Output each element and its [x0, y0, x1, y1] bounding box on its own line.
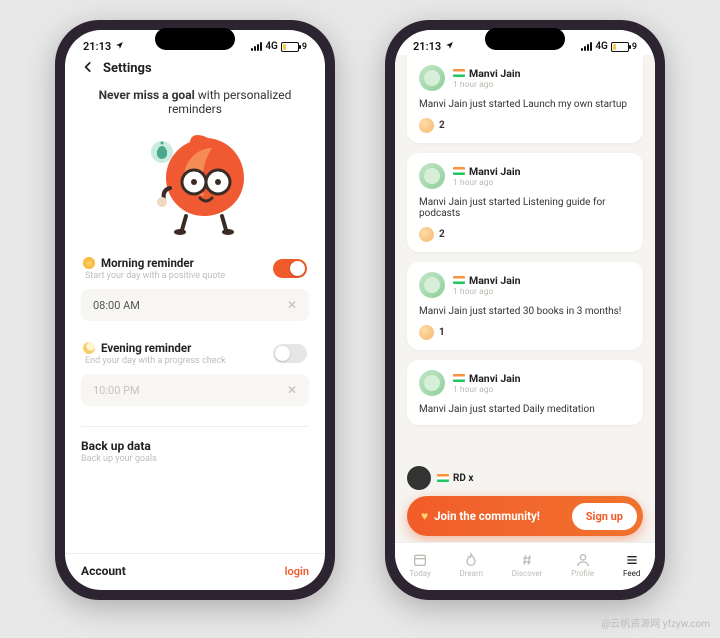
- network-label: 4G: [595, 41, 608, 52]
- avatar: [407, 466, 431, 490]
- morning-time-input[interactable]: 08:00 AM ✕: [81, 289, 309, 321]
- morning-toggle[interactable]: [273, 259, 307, 278]
- feed-icon: [623, 552, 641, 568]
- heart-icon: ♥: [421, 509, 428, 523]
- flag-icon: [453, 167, 465, 175]
- phone-feed: 21:13 4G 9 Manvi Jain 1 hour ag: [385, 20, 665, 600]
- backup-title: Back up data: [81, 439, 309, 453]
- account-label: Account: [81, 564, 126, 578]
- signup-button[interactable]: Sign up: [572, 503, 637, 530]
- battery-pct: 9: [302, 42, 307, 52]
- user-icon: [574, 552, 592, 568]
- feed-user: Manvi Jain: [469, 165, 521, 178]
- feed-item[interactable]: Manvi Jain 1 hour ago Manvi Jain just st…: [407, 153, 643, 252]
- battery-icon: [281, 42, 299, 52]
- clap-button[interactable]: 2: [419, 118, 631, 133]
- notch: [485, 28, 565, 50]
- notch: [155, 28, 235, 50]
- signal-icon: [581, 42, 592, 51]
- feed-user: Manvi Jain: [469, 274, 521, 287]
- location-icon: [445, 40, 454, 53]
- hero-text: Never miss a goal with personalized remi…: [81, 88, 309, 116]
- clap-icon: [419, 227, 434, 242]
- sun-icon: [83, 257, 95, 269]
- login-link[interactable]: login: [285, 565, 309, 578]
- feed-item[interactable]: Manvi Jain 1 hour ago Manvi Jain just st…: [407, 55, 643, 143]
- backup-sub: Back up your goals: [81, 454, 309, 464]
- avatar[interactable]: [419, 272, 445, 298]
- phone-settings: 21:13 4G 9 Settings: [55, 20, 335, 600]
- clap-button[interactable]: 2: [419, 227, 631, 242]
- morning-sub: Start your day with a positive quote: [83, 271, 225, 281]
- feed-user: Manvi Jain: [469, 67, 521, 80]
- feed-item[interactable]: Manvi Jain 1 hour ago Manvi Jain just st…: [407, 360, 643, 425]
- clap-button[interactable]: 1: [419, 325, 631, 340]
- tab-profile[interactable]: Profile: [571, 552, 594, 578]
- flame-icon: [462, 552, 480, 568]
- flag-icon: [453, 276, 465, 284]
- watermark: @云帆资源网 yfzyw.com: [601, 615, 710, 630]
- tab-feed[interactable]: Feed: [623, 552, 641, 578]
- tab-bar: Today Dream Discover Profile Feed: [395, 542, 655, 590]
- clear-icon[interactable]: ✕: [287, 298, 297, 312]
- network-label: 4G: [265, 41, 278, 52]
- feed-body: Manvi Jain just started Listening guide …: [419, 197, 631, 219]
- flag-icon: [453, 374, 465, 382]
- evening-label: Evening reminder: [101, 341, 191, 355]
- feed-body: Manvi Jain just started 30 books in 3 mo…: [419, 306, 631, 317]
- feed-body: Manvi Jain just started Daily meditation: [419, 404, 631, 415]
- evening-sub: End your day with a progress check: [83, 356, 226, 366]
- feed-user: Manvi Jain: [469, 372, 521, 385]
- feed-time: 1 hour ago: [453, 178, 521, 188]
- hash-icon: [518, 552, 536, 568]
- avatar[interactable]: [419, 163, 445, 189]
- page-title: Settings: [103, 61, 152, 76]
- flag-icon: [453, 69, 465, 77]
- feed-body: Manvi Jain just started Launch my own st…: [419, 99, 631, 110]
- feed-time: 1 hour ago: [453, 287, 521, 297]
- status-time: 21:13: [83, 40, 111, 53]
- join-community-banner: ♥ Join the community! Sign up: [407, 496, 643, 536]
- mascot-illustration: [81, 126, 309, 236]
- battery-pct: 9: [632, 42, 637, 52]
- tab-discover[interactable]: Discover: [512, 552, 543, 578]
- location-icon: [115, 40, 124, 53]
- back-button[interactable]: [81, 59, 95, 78]
- feed-item-peek[interactable]: RD x: [407, 466, 473, 490]
- tab-dream[interactable]: Dream: [460, 552, 484, 578]
- signal-icon: [251, 42, 262, 51]
- status-time: 21:13: [413, 40, 441, 53]
- clap-icon: [419, 118, 434, 133]
- feed-time: 1 hour ago: [453, 80, 521, 90]
- evening-toggle[interactable]: [273, 344, 307, 363]
- feed-item[interactable]: Manvi Jain 1 hour ago Manvi Jain just st…: [407, 262, 643, 350]
- avatar[interactable]: [419, 65, 445, 91]
- avatar[interactable]: [419, 370, 445, 396]
- moon-icon: [83, 342, 95, 354]
- tab-today[interactable]: Today: [409, 552, 431, 578]
- battery-icon: [611, 42, 629, 52]
- calendar-icon: [411, 552, 429, 568]
- clear-icon[interactable]: ✕: [287, 383, 297, 397]
- evening-time-input[interactable]: 10:00 PM ✕: [81, 374, 309, 406]
- cta-text: Join the community!: [434, 509, 540, 523]
- morning-label: Morning reminder: [101, 256, 194, 270]
- flag-icon: [437, 474, 449, 482]
- feed-time: 1 hour ago: [453, 385, 521, 395]
- clap-icon: [419, 325, 434, 340]
